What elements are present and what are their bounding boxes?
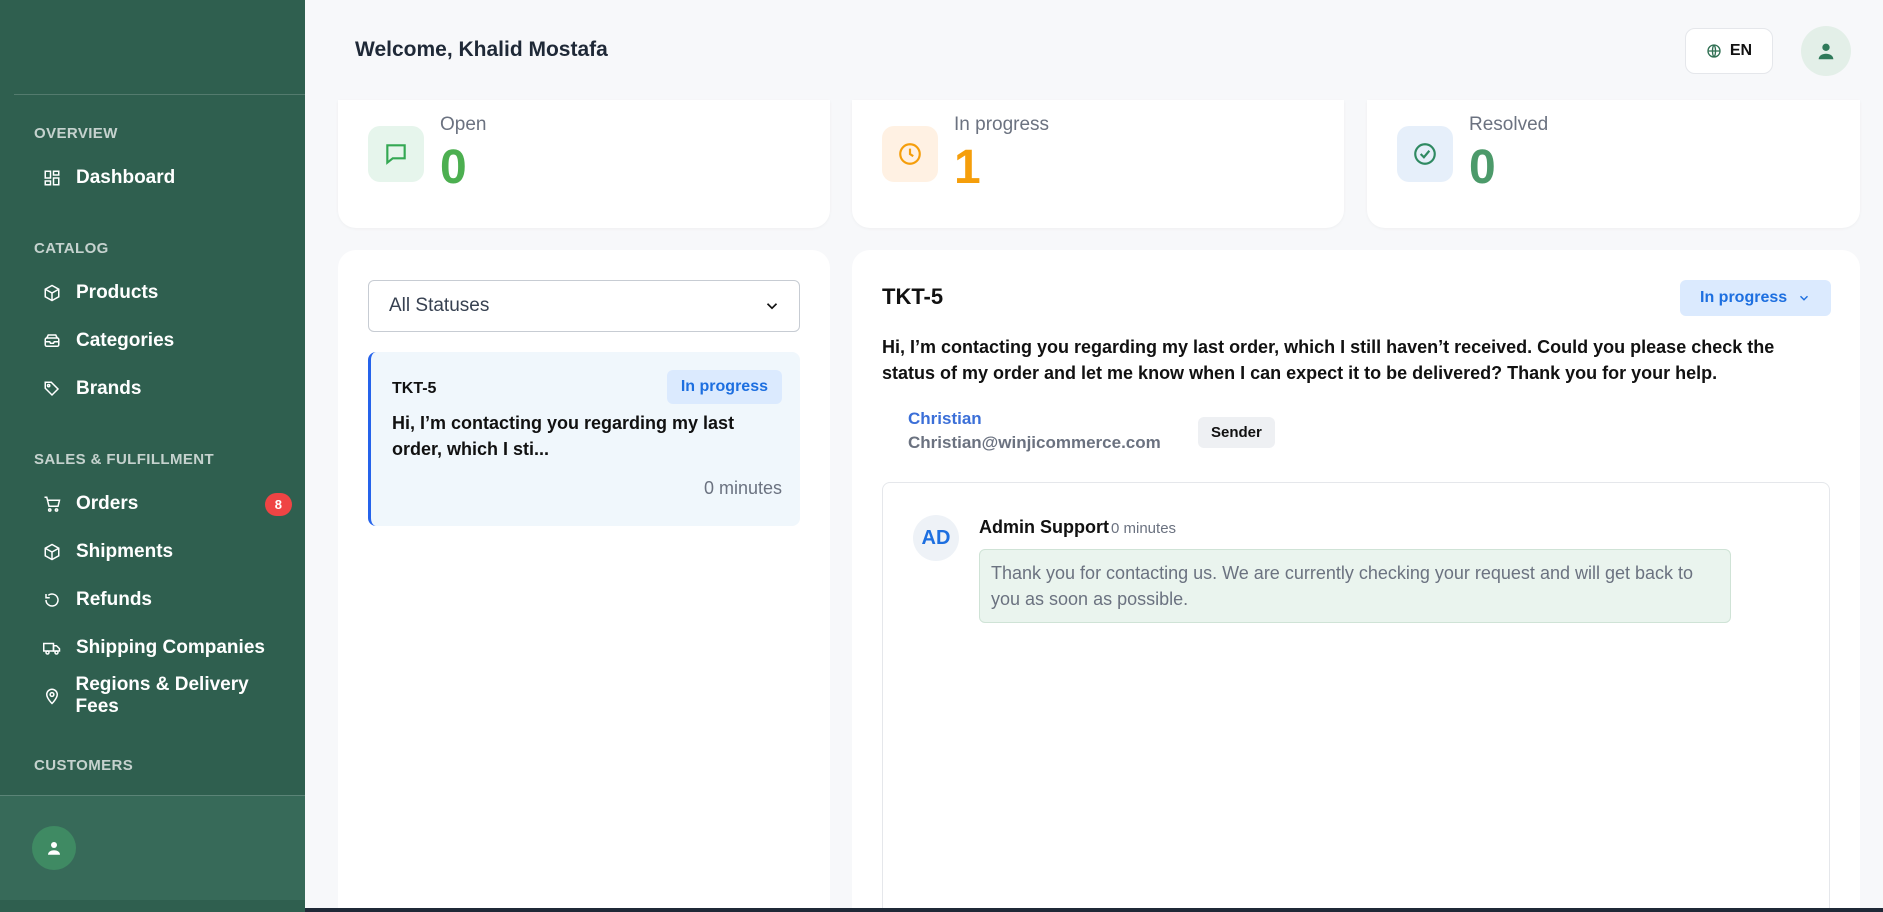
sidebar: OVERVIEW Dashboard CATALOG Products Cate… [0, 0, 305, 912]
ticket-detail-panel: TKT-5 In progress Hi, I’m contacting you… [852, 250, 1860, 912]
box-icon [42, 542, 62, 562]
sidebar-item-regions-delivery-fees[interactable]: Regions & Delivery Fees [42, 674, 292, 717]
status-badge: In progress [666, 370, 782, 404]
bottom-divider [305, 908, 1883, 912]
truck-icon [42, 638, 62, 658]
sidebar-item-label: Orders [76, 493, 139, 514]
orders-count-badge: 8 [264, 492, 292, 516]
chevron-down-icon [1800, 295, 1809, 301]
sidebar-item-label: Shipping Companies [76, 637, 265, 658]
ticket-list-item[interactable]: TKT-5 In progress Hi, I’m contacting you… [368, 352, 800, 526]
sidebar-item-label: Brands [76, 378, 142, 399]
user-icon [48, 842, 60, 855]
tray-icon [42, 331, 62, 351]
sidebar-item-shipments[interactable]: Shipments [42, 536, 292, 568]
reply-message: Thank you for contacting us. We are curr… [979, 549, 1731, 623]
ticket-id: TKT-5 [392, 380, 437, 397]
sidebar-item-brands[interactable]: Brands [42, 373, 292, 405]
stat-label: In progress [954, 114, 1050, 135]
sidebar-brand-area [14, 0, 305, 95]
sidebar-item-refunds[interactable]: Refunds [42, 584, 292, 616]
ticket-time: 0 minutes [703, 478, 782, 498]
status-dropdown-label: In progress [1700, 289, 1788, 306]
sidebar-item-label: Dashboard [76, 167, 176, 188]
tag-icon [42, 379, 62, 399]
box-icon [42, 283, 62, 303]
language-button[interactable]: EN [1685, 28, 1773, 74]
stat-card-open: Open 0 [338, 100, 830, 228]
sidebar-item-products[interactable]: Products [42, 277, 292, 309]
conversation-area: AD Admin Support 0 minutes Thank you for… [882, 482, 1830, 912]
reply-author: Admin Support [979, 517, 1109, 537]
globe-icon [1707, 44, 1721, 58]
dashboard-icon [42, 168, 62, 188]
user-icon [1818, 43, 1834, 60]
sidebar-item-dashboard[interactable]: Dashboard [42, 162, 292, 194]
status-dropdown[interactable]: In progress [1680, 280, 1832, 316]
stat-value: 1 [954, 141, 981, 194]
check-circle-icon [1397, 126, 1453, 182]
ticket-list-panel: All Statuses TKT-5 In progress Hi, I’m c… [338, 250, 830, 912]
chat-icon [368, 126, 424, 182]
stat-card-resolved: Resolved 0 [1367, 100, 1860, 228]
sidebar-item-label: Products [76, 282, 159, 303]
chevron-down-icon [766, 303, 778, 310]
sidebar-item-orders[interactable]: Orders 8 [42, 488, 292, 520]
ticket-title: TKT-5 [882, 284, 944, 309]
top-header: Welcome, Khalid Mostafa EN [305, 0, 1883, 102]
status-filter-value: All Statuses [389, 295, 490, 316]
ticket-preview: Hi, I’m contacting you regarding my last… [392, 413, 735, 459]
sidebar-user-footer [0, 795, 305, 900]
refund-icon [42, 590, 62, 610]
welcome-text: Welcome, Khalid Mostafa [355, 38, 608, 61]
sender-email: Christian@winjicommerce.com [908, 433, 1161, 452]
section-overview: OVERVIEW [34, 125, 118, 142]
reply-time: 0 minutes [1111, 520, 1177, 537]
stat-value: 0 [1469, 141, 1496, 194]
ticket-message: Hi, I’m contacting you regarding my last… [882, 337, 1775, 383]
sidebar-item-label: Regions & Delivery Fees [75, 674, 249, 717]
status-filter-select[interactable]: All Statuses [368, 280, 800, 332]
clock-icon [882, 126, 938, 182]
stat-card-in-progress: In progress 1 [852, 100, 1344, 228]
sidebar-item-label: Shipments [76, 541, 174, 562]
section-customers: CUSTOMERS [34, 757, 134, 774]
sender-tag: Sender [1198, 417, 1275, 448]
stat-label: Resolved [1469, 114, 1549, 135]
language-label: EN [1729, 42, 1753, 59]
sender-name: Christian [908, 409, 982, 428]
stat-value: 0 [440, 141, 467, 194]
sidebar-item-shipping-companies[interactable]: Shipping Companies [42, 632, 292, 664]
user-menu-button[interactable] [1801, 26, 1851, 76]
section-sales-fulfillment: SALES & FULFILLMENT [34, 451, 215, 468]
stat-label: Open [440, 114, 487, 135]
sidebar-item-categories[interactable]: Categories [42, 325, 292, 357]
avatar: AD [913, 515, 959, 561]
sidebar-item-label: Categories [76, 330, 175, 351]
avatar[interactable] [32, 826, 76, 870]
sidebar-item-label: Refunds [76, 589, 152, 610]
section-catalog: CATALOG [34, 240, 109, 257]
cart-icon [42, 494, 62, 514]
map-pin-icon [42, 686, 62, 706]
